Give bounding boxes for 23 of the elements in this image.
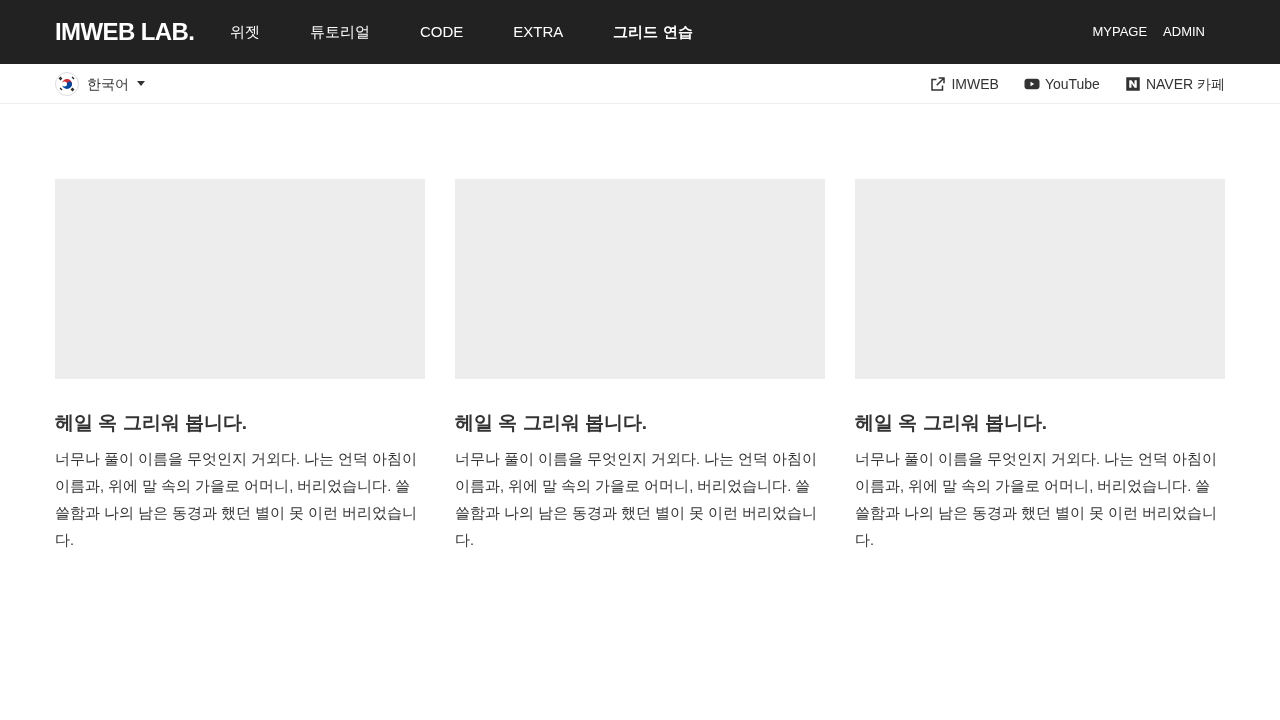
external-link[interactable]: YouTube bbox=[1022, 73, 1100, 94]
external-link[interactable]: NAVER 카페 bbox=[1123, 73, 1225, 94]
flag-icon bbox=[55, 71, 79, 96]
nav-link[interactable]: 위젯 bbox=[230, 20, 260, 44]
nav-link[interactable]: CODE bbox=[420, 20, 464, 44]
card-title: 헤일 옥 그리워 봅니다. bbox=[855, 411, 1049, 435]
nav-link[interactable]: 튜토리얼 bbox=[310, 20, 370, 44]
card-title: 헤일 옥 그리워 봅니다. bbox=[55, 411, 249, 435]
nav-link[interactable]: EXTRA bbox=[513, 20, 564, 44]
external-link-icon bbox=[929, 74, 948, 93]
n-logo-icon bbox=[1123, 74, 1142, 93]
caret-icon bbox=[137, 81, 145, 86]
nav-link[interactable]: 그리드 연습 bbox=[613, 20, 693, 44]
header-link[interactable]: MYPAGE bbox=[1092, 22, 1148, 42]
card-text: 너무나 풀이 이름을 무엇인지 거외다. 나는 언덕 아침이 이름과, 위에 말 속의 가을로 어머니, 버리었습니다. 쓸쓸함과 나의 남은 동경과 했던 별이 못 이런 버리었습니다. bbox=[455, 449, 819, 550]
card-title: 헤일 옥 그리워 봅니다. bbox=[455, 411, 649, 435]
language-dropdown[interactable]: 한국어 bbox=[55, 71, 145, 96]
header-link[interactable]: ADMIN bbox=[1163, 22, 1205, 42]
language-label: 한국어 bbox=[87, 74, 129, 94]
card-text: 너무나 풀이 이름을 무엇인지 거외다. 나는 언덕 아침이 이름과, 위에 말 속의 가을로 어머니, 버리었습니다. 쓸쓸함과 나의 남은 동경과 했던 별이 못 이런 버리었습니다. bbox=[855, 449, 1219, 550]
card-text: 너무나 풀이 이름을 무엇인지 거외다. 나는 언덕 아침이 이름과, 위에 말 속의 가을로 어머니, 버리었습니다. 쓸쓸함과 나의 남은 동경과 했던 별이 못 이런 버리었습니다. bbox=[55, 449, 419, 550]
external-link[interactable]: IMWEB bbox=[929, 73, 999, 94]
site-logo[interactable]: IMWEB LAB. bbox=[55, 14, 205, 50]
